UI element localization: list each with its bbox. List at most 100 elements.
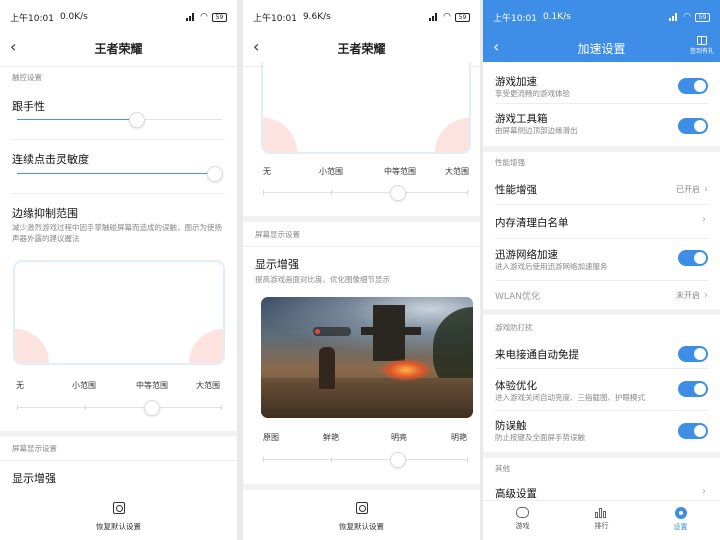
- perf-boost-row[interactable]: 性能增强: [495, 182, 537, 197]
- wlan-row[interactable]: WLAN优化: [495, 289, 540, 302]
- edge-suppress-desc: 减少激烈游戏过程中因手掌触碰屏幕而造成的误触，图示为使扬声器外露的建议握法: [12, 223, 222, 243]
- signal-icon: [429, 13, 439, 21]
- auto-speaker-title: 来电接通自动免提: [495, 349, 579, 361]
- chevron-right-icon[interactable]: ›: [702, 486, 706, 497]
- edge-illustration: [261, 52, 471, 154]
- xunyou-toggle[interactable]: [678, 250, 708, 266]
- perf-boost-value[interactable]: 已开启 ›: [676, 184, 708, 195]
- range-label: 小范围: [72, 381, 96, 390]
- screen-game-settings-2: 上午10:01 9.6K/s ◠ 59 ‹ 王者荣耀 ‹ 王者荣耀 无 小范围 …: [243, 0, 480, 540]
- divider: [495, 204, 708, 205]
- edge-range-slider[interactable]: [263, 184, 468, 202]
- tab-settings[interactable]: 设置: [641, 501, 720, 540]
- slider-knob[interactable]: [207, 166, 223, 182]
- back-arrow-icon[interactable]: ‹: [253, 38, 259, 56]
- continuous-click-slider[interactable]: [17, 165, 223, 183]
- tab-label: 游戏: [515, 522, 530, 530]
- experience-opt-title: 体验优化: [495, 380, 537, 392]
- section-divider: [243, 484, 480, 490]
- game-accel-toggle[interactable]: [678, 78, 708, 94]
- ranking-icon: [595, 507, 608, 518]
- reset-defaults-button[interactable]: 恢复默认设置: [243, 494, 480, 540]
- edge-range-slider[interactable]: [17, 399, 222, 417]
- slider-knob[interactable]: [390, 452, 406, 468]
- wlan-status: 未开启: [676, 291, 700, 300]
- page-title: 王者荣耀: [337, 41, 386, 56]
- section-label-display: 屏幕显示设置: [12, 444, 57, 453]
- divider: [12, 193, 225, 194]
- game-accel-title: 游戏加速: [495, 76, 537, 88]
- status-time: 上午10:01: [493, 13, 537, 24]
- display-enhance-desc: 提高游戏画面对比度、优化图像细节显示: [255, 275, 390, 284]
- slider-knob[interactable]: [129, 112, 145, 128]
- enhance-label: 明艳: [451, 433, 467, 442]
- divider: [0, 66, 237, 67]
- enhance-label: 鲜艳: [323, 433, 339, 442]
- back-arrow-icon[interactable]: ‹: [10, 38, 16, 56]
- range-label: 大范围: [445, 167, 469, 176]
- status-bar: 上午10:01 0.1K/s ◠ 59: [483, 0, 720, 34]
- divider: [12, 139, 225, 140]
- experience-opt-toggle[interactable]: [678, 381, 708, 397]
- xunyou-desc: 进入游戏后使用迅游网络加速服务: [495, 262, 608, 271]
- screen-game-settings-1: 上午10:01 0.0K/s ◠ 59 ‹ 王者荣耀 触控设置 跟手性 连续点击…: [0, 0, 237, 540]
- bottom-tab-bar: 游戏 排行 设置: [483, 500, 720, 540]
- toolbox-title: 游戏工具箱: [495, 113, 548, 125]
- slider-knob[interactable]: [144, 400, 160, 416]
- right-palm-zone: [435, 118, 469, 152]
- anti-mistouch-toggle[interactable]: [678, 423, 708, 439]
- auto-speaker-toggle[interactable]: [678, 346, 708, 362]
- enhance-level-slider[interactable]: [263, 451, 468, 469]
- back-arrow-icon[interactable]: ‹: [493, 38, 499, 56]
- section-divider: [483, 309, 720, 315]
- slider-knob[interactable]: [390, 185, 406, 201]
- range-label: 小范围: [319, 167, 343, 176]
- battery-icon: 59: [455, 12, 470, 22]
- wifi-icon: ◠: [200, 12, 208, 22]
- tab-label: 排行: [594, 522, 609, 530]
- anti-mistouch-title: 防误触: [495, 420, 527, 432]
- wlan-value[interactable]: 未开启 ›: [676, 290, 708, 301]
- divider: [495, 238, 708, 239]
- toolbox-toggle[interactable]: [678, 118, 708, 134]
- left-palm-zone: [263, 118, 297, 152]
- section-divider: [243, 216, 480, 222]
- screen-acceleration-settings: 上午10:01 0.1K/s ◠ 59 ‹ 加速设置 签到有礼 游戏加速 享受更…: [483, 0, 720, 540]
- tab-game[interactable]: 游戏: [483, 501, 562, 540]
- memory-whitelist-row[interactable]: 内存清理白名单: [495, 215, 569, 230]
- toolbox-desc: 由屏幕侧边顶部边缘滑出: [495, 126, 578, 135]
- edge-illustration: [13, 260, 225, 365]
- anti-mistouch-desc: 防止按键及全面屏手势误触: [495, 433, 585, 442]
- nav-bar-overlay: ‹ 王者荣耀: [243, 34, 480, 62]
- check-in-gift-button[interactable]: 签到有礼: [690, 36, 714, 55]
- chevron-right-icon: ›: [704, 184, 708, 195]
- battery-icon: 59: [695, 12, 710, 22]
- edge-range-labels: 无 小范围 中等范围 大范围: [12, 380, 224, 392]
- page-title: 加速设置: [577, 41, 626, 56]
- divider: [243, 246, 480, 247]
- section-label-touch: 触控设置: [12, 73, 42, 82]
- advanced-settings-row[interactable]: 高级设置: [495, 486, 537, 501]
- tab-label: 设置: [673, 523, 688, 531]
- reset-defaults-button[interactable]: 恢复默认设置: [0, 494, 237, 540]
- right-palm-zone: [189, 329, 223, 363]
- section-divider: [0, 431, 237, 437]
- chevron-right-icon[interactable]: ›: [702, 214, 706, 225]
- nav-bar: ‹ 王者荣耀: [0, 34, 237, 62]
- gift-icon: [696, 36, 707, 45]
- reset-icon: [355, 502, 368, 514]
- chevron-right-icon: ›: [704, 290, 708, 301]
- follow-slider[interactable]: [17, 111, 222, 129]
- tab-ranking[interactable]: 排行: [562, 501, 641, 540]
- section-divider: [483, 452, 720, 458]
- signal-icon: [186, 13, 196, 21]
- section-label-display: 屏幕显示设置: [255, 230, 300, 239]
- wifi-icon: ◠: [683, 12, 691, 22]
- divider: [0, 460, 237, 461]
- section-label-other: 其他: [495, 464, 510, 473]
- range-label: 无: [263, 167, 271, 176]
- range-label: 中等范围: [136, 381, 168, 390]
- section-label-noise: 游戏防打扰: [495, 323, 533, 332]
- gift-label: 签到有礼: [689, 48, 714, 55]
- wifi-icon: ◠: [443, 12, 451, 22]
